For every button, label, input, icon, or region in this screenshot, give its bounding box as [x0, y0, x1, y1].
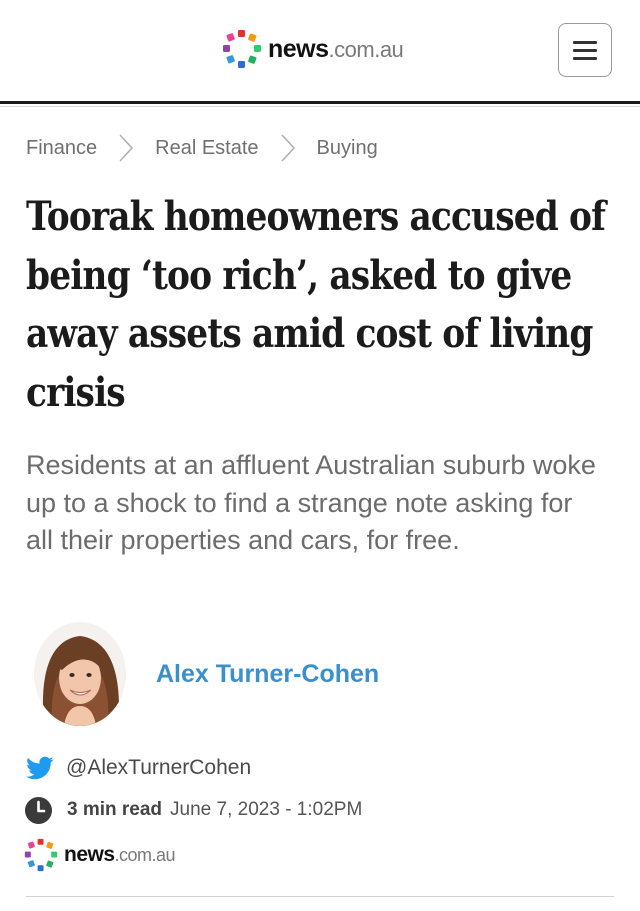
twitter-handle: @AlexTurnerCohen [66, 756, 252, 779]
article-standfirst: Residents at an affluent Australian subu… [26, 450, 596, 555]
source-wordmark: news.com.au [64, 843, 176, 867]
logo-name: news [268, 34, 329, 63]
article-headline: Toorak homeowners accused of being ‘too … [26, 193, 606, 416]
header-divider-thin [0, 106, 640, 107]
clock-icon [24, 796, 53, 825]
twitter-bird-icon [26, 754, 54, 782]
breadcrumb-finance[interactable]: Finance [26, 137, 97, 160]
publish-date: June 7, 2023 - 1:02PM [170, 799, 363, 820]
breadcrumb-real-estate[interactable]: Real Estate [155, 137, 258, 160]
logo-wordmark: news.com.au [268, 34, 404, 63]
menu-button[interactable] [558, 23, 612, 77]
source-name: news [64, 843, 115, 866]
breadcrumb-buying[interactable]: Buying [317, 137, 378, 160]
header-divider [0, 101, 640, 104]
author-twitter[interactable]: @AlexTurnerCohen [26, 753, 251, 783]
site-header: news.com.au [0, 0, 640, 101]
author-avatar[interactable] [34, 622, 126, 726]
article-source: news.com.au [24, 838, 176, 872]
source-domain: .com.au [114, 845, 176, 865]
author-name-link[interactable]: Alex Turner-Cohen [156, 660, 379, 689]
chevron-right-icon [271, 131, 305, 165]
chevron-right-icon [109, 131, 143, 165]
read-time: 3 min read [67, 799, 163, 820]
author-block [34, 622, 126, 726]
logo-dots-icon [222, 29, 262, 69]
site-logo[interactable]: news.com.au [222, 29, 404, 69]
divider [26, 896, 614, 897]
article-meta: 3 min read June 7, 2023 - 1:02PM [24, 794, 362, 826]
breadcrumb: Finance Real Estate Buying [26, 131, 378, 165]
hamburger-menu-icon [573, 40, 597, 44]
logo-domain: .com.au [328, 36, 404, 62]
logo-dots-icon [24, 838, 58, 872]
